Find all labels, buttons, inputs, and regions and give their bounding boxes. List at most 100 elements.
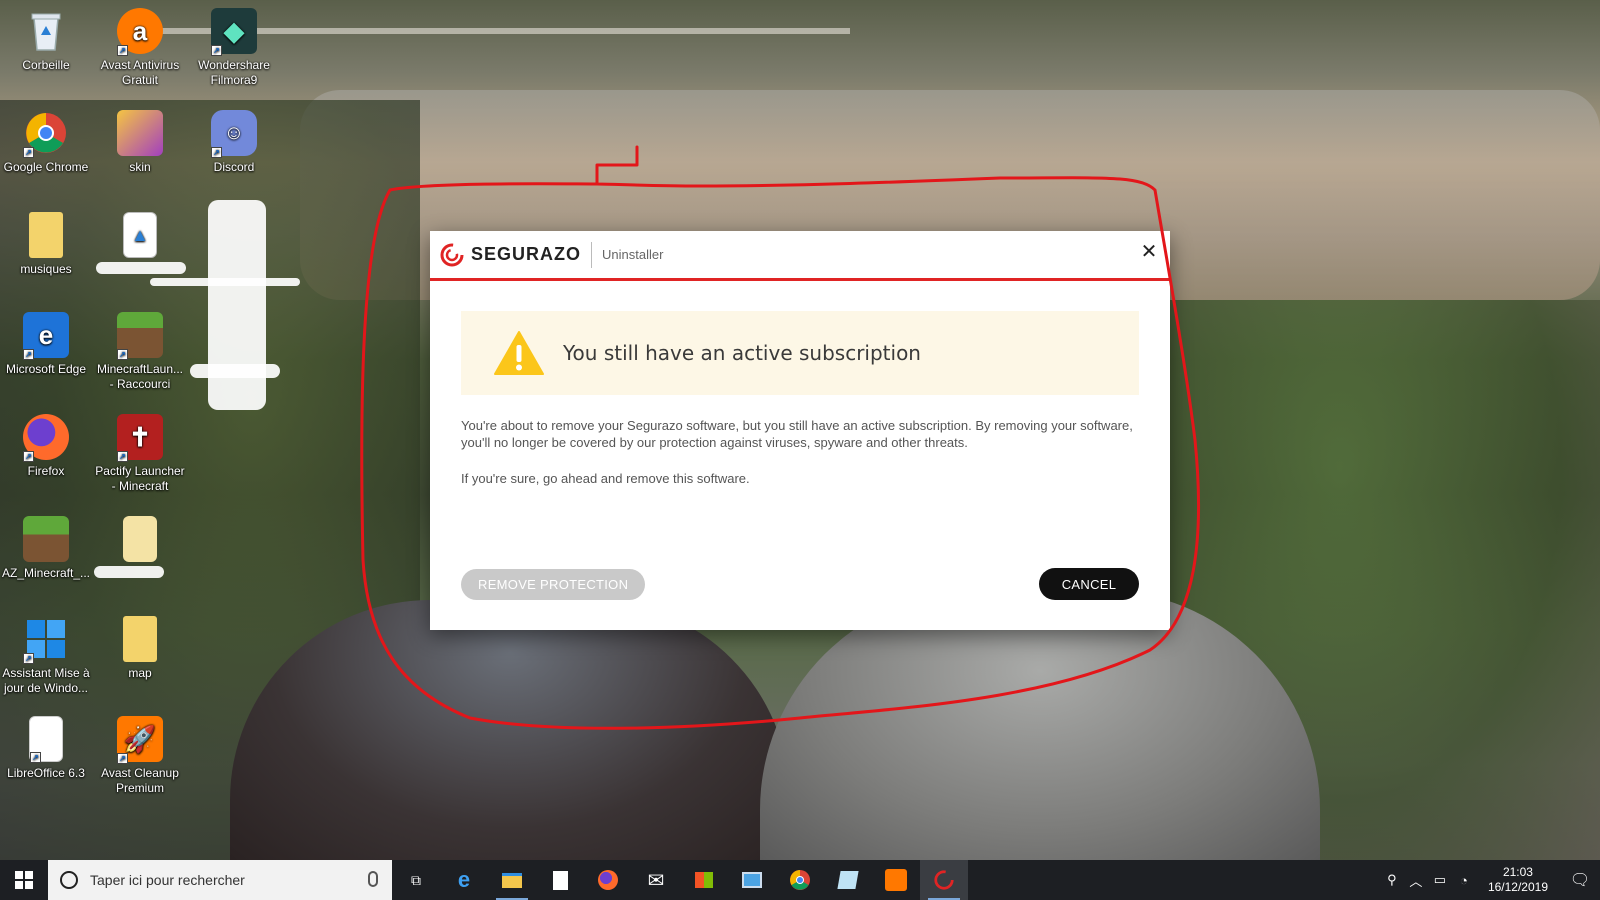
- task-view-icon: ⧉: [411, 871, 421, 888]
- desktop-icon-avast[interactable]: a ↗ Avast Antivirus Gratuit: [94, 8, 186, 88]
- desktop-icon-avast-cleanup[interactable]: 🚀 ↗ Avast Cleanup Premium: [94, 716, 186, 796]
- clock-date: 16/12/2019: [1487, 880, 1548, 894]
- desktop-icon-discord[interactable]: ☺ ↗ Discord: [188, 110, 280, 175]
- desktop-icon-image[interactable]: ▲: [94, 212, 186, 262]
- desktop-icon-label: skin: [129, 160, 151, 174]
- folder-icon: [29, 212, 63, 258]
- wifi-icon[interactable]: ◔: [1452, 873, 1476, 888]
- desktop-icon-label: AZ_Minecraft_...: [1, 566, 91, 580]
- brand-name: SEGURAZO: [471, 244, 582, 264]
- minecraft-block-icon: [23, 516, 69, 562]
- close-button[interactable]: ✕: [1138, 241, 1160, 263]
- desktop-icon-musiques[interactable]: musiques: [0, 212, 92, 277]
- taskbar-edge[interactable]: e: [440, 860, 488, 900]
- battery-icon[interactable]: ▭: [1428, 872, 1452, 888]
- desktop-icon-label: musiques: [20, 262, 72, 276]
- folder-icon: [123, 516, 157, 562]
- desktop-icon-chrome[interactable]: ↗ Google Chrome: [0, 110, 92, 175]
- segurazo-icon: [934, 870, 954, 890]
- desktop-icon-label: Google Chrome: [3, 160, 89, 174]
- taskbar-avast[interactable]: [872, 860, 920, 900]
- warning-paragraph: You're about to remove your Segurazo sof…: [461, 418, 1133, 450]
- microphone-icon[interactable]: [368, 871, 378, 887]
- system-tray: ⚲ ︿ ▭ ◔ 21:03 16/12/2019 🗨: [1380, 860, 1600, 900]
- alert-title: You still have an active subscription: [563, 341, 921, 365]
- desktop-icon-document[interactable]: [94, 516, 186, 566]
- remove-protection-button[interactable]: REMOVE PROTECTION: [461, 569, 646, 600]
- redaction-scribble: [208, 200, 266, 410]
- avast-cleanup-icon: 🚀 ↗: [117, 716, 163, 764]
- filmora-icon: ◆ ↗: [211, 8, 257, 56]
- desktop-icon-filmora[interactable]: ◆ ↗ Wondershare Filmora9: [188, 8, 280, 88]
- libreoffice-icon: ↗: [29, 716, 63, 763]
- desktop-icon-minecraftlauncher[interactable]: ↗ MinecraftLaun... - Raccourci: [94, 312, 186, 392]
- segurazo-logo-icon: [440, 243, 464, 266]
- folder-icon: [123, 616, 157, 662]
- desktop-icon-pactify[interactable]: ✝ ↗ Pactify Launcher - Minecraft: [94, 414, 186, 494]
- task-view-button[interactable]: ⧉: [392, 860, 440, 900]
- desktop-icon-label: Firefox: [27, 464, 65, 478]
- firefox-icon: [598, 870, 618, 890]
- desktop-icon-firefox[interactable]: ↗ Firefox: [0, 414, 92, 479]
- taskbar-control-panel[interactable]: [728, 860, 776, 900]
- segurazo-uninstaller-dialog: SEGURAZO Uninstaller ✕ You still have an…: [430, 231, 1170, 630]
- image-file-icon: ▲: [123, 212, 157, 258]
- avast-icon: [885, 869, 907, 891]
- taskbar-notes[interactable]: [824, 860, 872, 900]
- start-button[interactable]: [0, 860, 48, 900]
- taskbar-segurazo[interactable]: [920, 860, 968, 900]
- redaction-scribble: [96, 262, 186, 274]
- desktop-icon-corbeille[interactable]: Corbeille: [0, 8, 92, 73]
- notes-icon: [837, 871, 859, 889]
- taskbar-file-explorer[interactable]: [488, 860, 536, 900]
- chrome-icon: ↗: [23, 110, 69, 158]
- file-explorer-icon: [502, 872, 522, 888]
- desktop-icon-label: MinecraftLaun... - Raccourci: [96, 362, 184, 391]
- firefox-icon: ↗: [23, 414, 69, 462]
- redaction-scribble: [94, 566, 164, 578]
- desktop-icon-label: Corbeille: [22, 58, 70, 72]
- desktop-icon-libreoffice[interactable]: ↗ LibreOffice 6.3: [0, 716, 92, 781]
- dialog-header: SEGURAZO Uninstaller ✕: [430, 231, 1170, 281]
- desktop-icon-edge[interactable]: e ↗ Microsoft Edge: [0, 312, 92, 377]
- desktop-icon-label: Wondershare Filmora9: [198, 58, 270, 87]
- desktop-icon-skin[interactable]: skin: [94, 110, 186, 175]
- avast-icon: a ↗: [117, 8, 163, 56]
- desktop-icon-label: Microsoft Edge: [5, 362, 87, 376]
- desktop-icon-label: Assistant Mise à jour de Windo...: [2, 666, 90, 695]
- warning-icon: [494, 331, 544, 375]
- taskbar-firefox[interactable]: [584, 860, 632, 900]
- mail-icon: ✉: [647, 869, 665, 892]
- desktop-icon-az-minecraft[interactable]: AZ_Minecraft_...: [0, 516, 92, 581]
- control-panel-icon: [742, 872, 762, 888]
- taskbar-store[interactable]: [680, 860, 728, 900]
- taskbar-search[interactable]: Taper ici pour rechercher: [48, 860, 392, 900]
- desktop-icon-label: LibreOffice 6.3: [7, 766, 85, 780]
- confirmation-paragraph: If you're sure, go ahead and remove this…: [461, 471, 750, 486]
- people-icon[interactable]: ⚲: [1380, 872, 1404, 888]
- edge-icon: e ↗: [23, 312, 69, 360]
- image-file-icon: [117, 110, 163, 156]
- minecraft-icon: ↗: [117, 312, 163, 360]
- taskbar-notepad[interactable]: [536, 860, 584, 900]
- taskbar-mail[interactable]: ✉: [632, 860, 680, 900]
- pactify-icon: ✝ ↗: [117, 414, 163, 462]
- recycle-bin-icon: [23, 8, 69, 54]
- edge-icon: e: [457, 867, 471, 892]
- windows-update-icon: ↗: [23, 616, 69, 664]
- clock[interactable]: 21:03 16/12/2019: [1476, 865, 1560, 895]
- redaction-scribble: [190, 364, 280, 378]
- cancel-button[interactable]: CANCEL: [1039, 568, 1139, 600]
- header-divider: [591, 241, 593, 268]
- desktop-icon-label: map: [128, 666, 152, 680]
- dialog-subtitle: Uninstaller: [602, 247, 664, 262]
- redaction-scribble: [150, 278, 300, 286]
- chevron-up-icon[interactable]: ︿: [1404, 871, 1428, 890]
- dialog-body: You're about to remove your Segurazo sof…: [461, 417, 1139, 487]
- desktop-icon-windows-update[interactable]: ↗ Assistant Mise à jour de Windo...: [0, 616, 92, 696]
- clock-time: 21:03: [1502, 865, 1533, 879]
- desktop-icon-label: Pactify Launcher - Minecraft: [95, 464, 185, 493]
- taskbar-chrome[interactable]: [776, 860, 824, 900]
- notification-center-icon[interactable]: 🗨: [1560, 860, 1600, 900]
- desktop-icon-map[interactable]: map: [94, 616, 186, 681]
